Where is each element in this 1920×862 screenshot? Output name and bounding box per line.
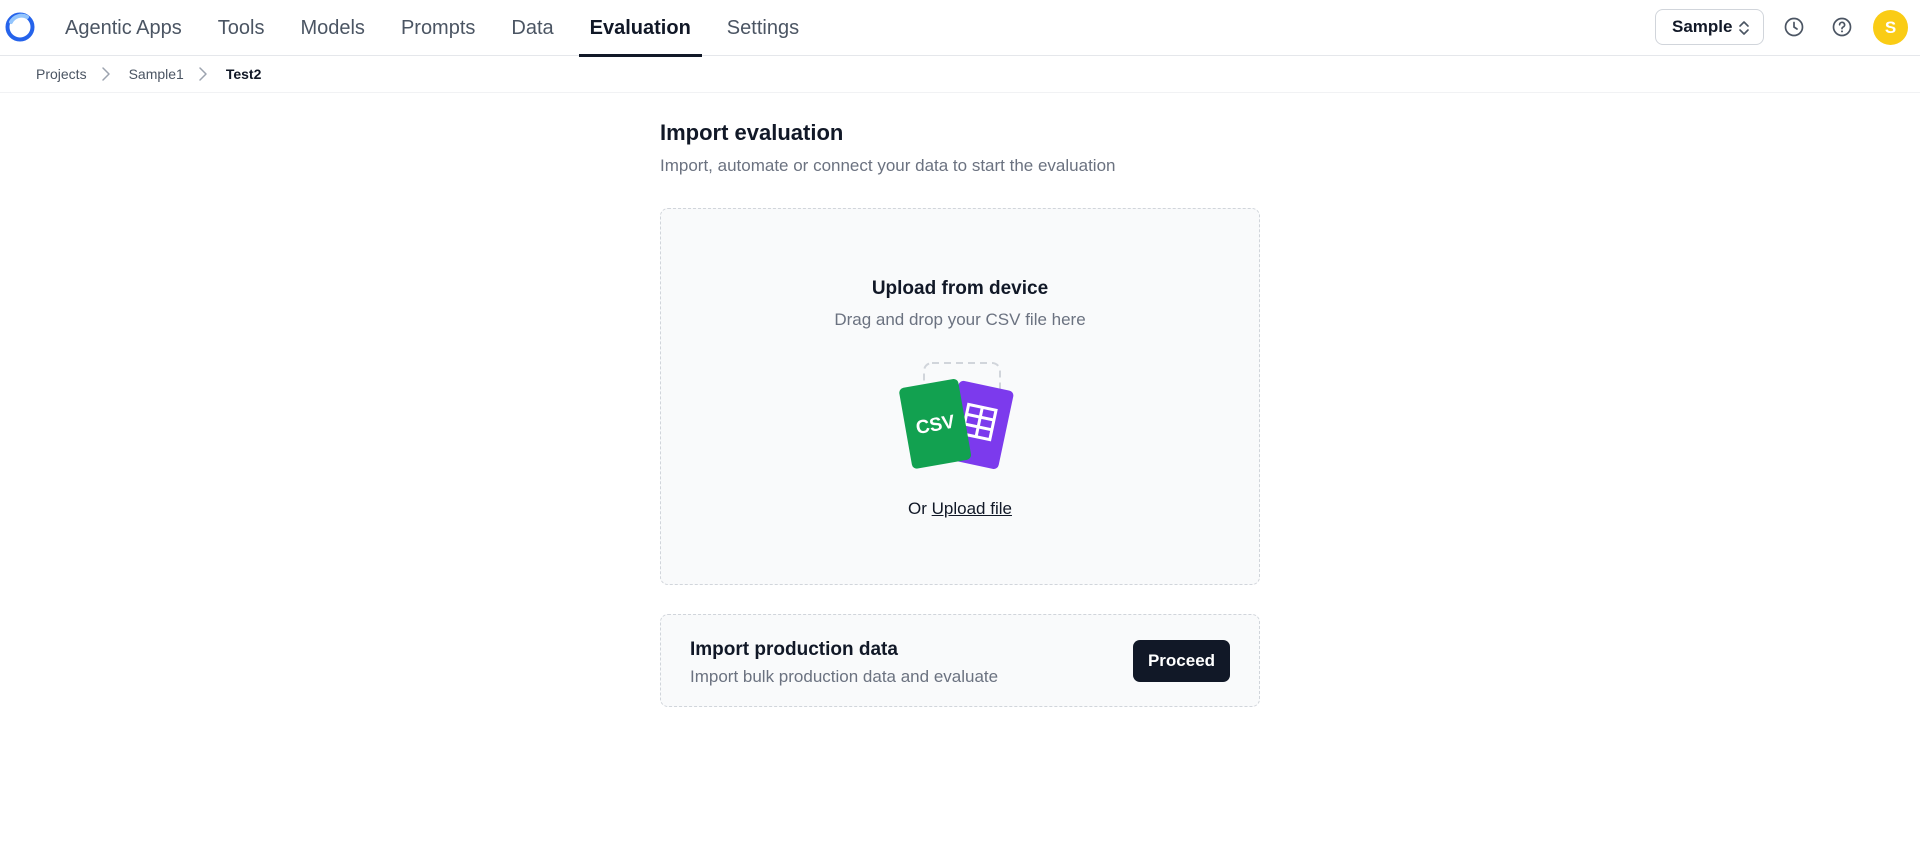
app-logo[interactable] — [4, 10, 36, 44]
nav-tab-agentic-apps[interactable]: Agentic Apps — [54, 0, 193, 56]
page-title: Import evaluation — [660, 120, 844, 145]
workspace-select[interactable]: Sample — [1655, 9, 1764, 45]
upload-title: Upload from device — [871, 278, 1049, 299]
nav-tab-data[interactable]: Data — [500, 0, 564, 56]
upload-dropzone[interactable]: Upload from device Drag and drop your CS… — [660, 208, 1260, 585]
top-nav: Agentic Apps Tools Models Prompts Data E… — [0, 0, 1920, 57]
nav-tab-settings[interactable]: Settings — [716, 0, 810, 56]
main-nav-tabs: Agentic Apps Tools Models Prompts Data E… — [54, 0, 824, 57]
import-header: Import evaluation Import, automate or co… — [660, 120, 1260, 176]
user-avatar[interactable]: S — [1873, 10, 1908, 45]
clock-icon — [1784, 17, 1804, 37]
breadcrumb: Projects Sample1 Test2 — [36, 56, 261, 92]
chevron-right-icon — [198, 66, 208, 82]
breadcrumb-divider — [0, 92, 1920, 93]
upload-file-link[interactable]: Upload file — [932, 499, 1012, 518]
history-button[interactable] — [1781, 14, 1807, 40]
breadcrumb-current: Test2 — [225, 66, 262, 82]
file-upload-illustration-icon: CSV — [899, 362, 1014, 469]
nav-tab-prompts[interactable]: Prompts — [390, 0, 486, 56]
chevron-up-down-icon — [1739, 21, 1749, 35]
production-subtitle: Import bulk production data and evaluate — [690, 667, 999, 686]
nav-tab-evaluation[interactable]: Evaluation — [578, 0, 702, 57]
proceed-button[interactable]: Proceed — [1133, 640, 1230, 682]
page-subtitle: Import, automate or connect your data to… — [660, 156, 1116, 175]
workspace-select-value: Sample — [1672, 17, 1733, 36]
upload-or-text: Or — [908, 499, 927, 518]
nav-tab-models[interactable]: Models — [289, 0, 375, 56]
help-button[interactable] — [1829, 14, 1855, 40]
breadcrumb-sample1[interactable]: Sample1 — [129, 66, 184, 82]
help-circle-icon — [1832, 17, 1852, 37]
chevron-right-icon — [101, 66, 111, 82]
upload-or-line: Or Upload file — [661, 499, 1259, 519]
production-title: Import production data — [690, 639, 898, 660]
upload-subtitle: Drag and drop your CSV file here — [834, 310, 1086, 329]
app-logo-icon — [5, 12, 35, 42]
breadcrumb-projects[interactable]: Projects — [36, 66, 87, 82]
nav-tab-tools[interactable]: Tools — [207, 0, 276, 56]
import-production-card: Import production data Import bulk produ… — [660, 614, 1260, 707]
